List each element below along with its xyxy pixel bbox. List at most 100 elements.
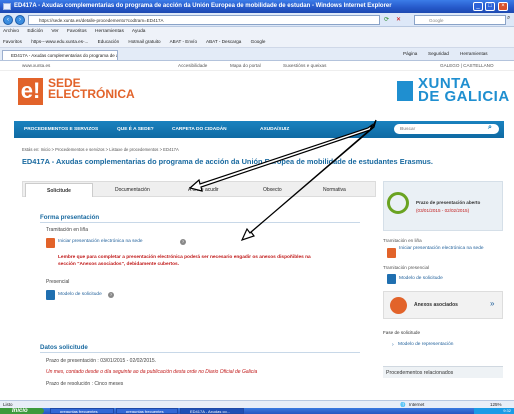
sede-title: SEDE ELECTRÓNICA <box>48 77 135 101</box>
lang-switch[interactable]: GALEGO | CASTELLANO <box>440 63 494 68</box>
help-icon[interactable]: ? <box>180 239 186 245</box>
menu-bar: Archivo Edición Ver Favoritos Herramient… <box>0 27 514 37</box>
help-icon[interactable]: ? <box>108 292 114 298</box>
fav-link-abat-descarga[interactable]: ABAT - Descarga <box>206 39 241 44</box>
fav-link-educacion[interactable]: Educación <box>98 39 119 44</box>
start-button[interactable]: Inicio <box>0 408 44 414</box>
attachment-icon <box>390 297 407 314</box>
nav-que-e[interactable]: QUE É A SEDE? <box>117 127 154 132</box>
ie-icon <box>3 3 11 10</box>
site-search-icon[interactable]: ⌕ <box>488 124 492 132</box>
clock-text: 9:32 <box>474 408 514 414</box>
zone-text: Internet <box>409 402 425 407</box>
maximize-button[interactable]: □ <box>485 2 495 11</box>
warning-line1: Lembre que para completar a presentación… <box>58 255 311 260</box>
status-text: Listo <box>3 402 13 407</box>
status-bar: Listo 🌐 Internet 125% <box>0 400 514 408</box>
proc-relacionados[interactable]: Procedementos relacionados <box>383 366 503 378</box>
forward-icon[interactable]: › <box>15 15 25 25</box>
tool-pagina[interactable]: Página <box>403 51 417 56</box>
menu-herramientas[interactable]: Herramientas <box>95 29 124 34</box>
anexos-box[interactable]: Anexos asociados » <box>383 291 503 319</box>
nav-procedementos[interactable]: PROCEDEMENTOS E SERVIZOS <box>24 127 98 132</box>
prazo-box-dates: (03/01/2015 - 02/02/2015) <box>416 208 470 213</box>
fav-link-hotmail[interactable]: Hotmail gratuito <box>128 39 160 44</box>
chevron-right-icon: » <box>490 299 495 308</box>
iniciar-link[interactable]: Iniciar presentación electrónica na sede <box>58 239 143 244</box>
nav-carpeta[interactable]: CARPETA DO CIDADÁN <box>172 127 227 132</box>
site-search-input[interactable]: Buscar <box>394 124 499 134</box>
forma-heading: Forma presentación <box>40 214 100 221</box>
warning-text: Lembre que para completar a presentación… <box>58 254 368 268</box>
modelo-link[interactable]: Modelo de solicitude <box>58 292 102 297</box>
util-accesibilidade[interactable]: Accesibilidade <box>178 63 207 68</box>
task-item[interactable]: preguntas frecuentes <box>50 408 114 414</box>
prazo-note: Un mes, contado desde o día seguinte ao … <box>46 369 258 375</box>
presencial-label: Presencial <box>46 279 70 285</box>
tool-seguridad[interactable]: Seguridad <box>428 51 449 56</box>
tab-solicitude[interactable]: Solicitude <box>25 183 93 197</box>
datos-heading: Datos solicitude <box>40 344 88 351</box>
tab-strip: ED417A - Axudas complementarias do progr… <box>0 48 514 61</box>
taskbar: Inicio preguntas frecuentes preguntas fr… <box>0 408 514 414</box>
divider <box>40 352 360 353</box>
favorites-button[interactable]: Favoritos <box>3 39 22 44</box>
util-bar: www.xunta.es Accesibilidade Mapa do port… <box>0 61 514 71</box>
fav-link-google[interactable]: Google <box>251 39 266 44</box>
warning-line2: sección "Anexos asociados", debidamente … <box>58 262 180 267</box>
refresh-icon[interactable]: ⟳ <box>384 16 389 23</box>
menu-edicion[interactable]: Edición <box>27 29 43 34</box>
back-icon[interactable]: ‹ <box>3 15 13 25</box>
fase-link[interactable]: Modelo de representación <box>398 342 453 347</box>
fav-link-edu[interactable]: https---www.edu.xunta.es-... <box>31 39 88 44</box>
menu-ayuda[interactable]: Ayuda <box>132 29 146 34</box>
fav-link-abat-envio[interactable]: ABAT - Envío <box>170 39 197 44</box>
main-nav: PROCEDEMENTOS E SERVIZOS QUE É A SEDE? C… <box>14 121 504 138</box>
util-mapa[interactable]: Mapa do portal <box>230 63 261 68</box>
xunta-line2: DE GALICIA <box>418 88 510 105</box>
task-item[interactable]: preguntas frecuentes <box>116 408 178 414</box>
task-item[interactable]: ED417A - Axudas co... <box>180 408 244 414</box>
menu-ver[interactable]: Ver <box>51 29 58 34</box>
tramitacion-label: Tramitación en liña <box>46 227 89 233</box>
xunta-logo[interactable]: XUNTA DE GALICIA <box>418 76 510 105</box>
tab-onde-acudir[interactable]: A onde acudir <box>188 187 219 193</box>
menu-archivo[interactable]: Archivo <box>3 29 19 34</box>
fase-label: Fase de solicitude <box>383 330 421 335</box>
tab-documentacion[interactable]: Documentación <box>115 187 150 193</box>
search-icon[interactable]: ⌕ <box>507 15 510 22</box>
sede-line2: ELECTRÓNICA <box>48 87 135 101</box>
page-title: ED417A - Axudas complementarias do progr… <box>22 157 433 166</box>
tab-normativa[interactable]: Normativa <box>323 187 346 193</box>
nav-axuda[interactable]: AXUDA/XUIZ <box>260 127 289 132</box>
search-input[interactable]: Google <box>414 15 506 25</box>
browser-tab[interactable]: ED417A - Axudas complementarias do progr… <box>2 50 118 60</box>
side-iniciar-link[interactable]: Iniciar presentación electrónica na sede <box>399 246 499 252</box>
menu-favoritos[interactable]: Favoritos <box>67 29 87 34</box>
minimize-button[interactable]: _ <box>473 2 483 11</box>
close-button[interactable]: × <box>498 2 508 11</box>
zoom-level[interactable]: 125% <box>490 402 502 407</box>
window-title: ED417A - Axudas complementarias do progr… <box>0 0 514 13</box>
prazo-box-title: Prazo de presentación aberto <box>416 200 481 205</box>
tool-herramientas[interactable]: Herramientas <box>460 51 488 56</box>
util-suxestions[interactable]: Suxestións e queixas <box>283 63 326 68</box>
document-icon <box>387 248 396 258</box>
page-content: www.xunta.es Accesibilidade Mapa do port… <box>0 61 514 400</box>
document-icon <box>387 274 396 284</box>
side-tram-presencial: Tramitación presencial <box>383 265 430 270</box>
clock-icon <box>387 192 409 214</box>
address-bar-row: ‹ › https://sede.xunta.es/detalle-proced… <box>0 13 514 27</box>
document-icon <box>46 238 55 248</box>
side-modelo-link[interactable]: Modelo de solicitude <box>399 276 443 281</box>
tab-obxecto[interactable]: Obxecto <box>263 187 282 193</box>
address-input[interactable]: https://sede.xunta.es/detalle-procedemen… <box>28 15 380 25</box>
prazo-text: Prazo de presentación : 03/01/2015 - 02/… <box>46 358 157 364</box>
sede-logo[interactable]: e! <box>18 78 43 105</box>
xunta-emblem <box>397 81 413 101</box>
content-tabs: Solicitude Documentación A onde acudir O… <box>22 181 376 197</box>
stop-icon[interactable]: ✕ <box>396 16 401 23</box>
site-url[interactable]: www.xunta.es <box>22 63 50 68</box>
resolucion-text: Prazo de resolución : Cinco meses <box>46 381 124 387</box>
bullet-icon: › <box>392 342 394 348</box>
